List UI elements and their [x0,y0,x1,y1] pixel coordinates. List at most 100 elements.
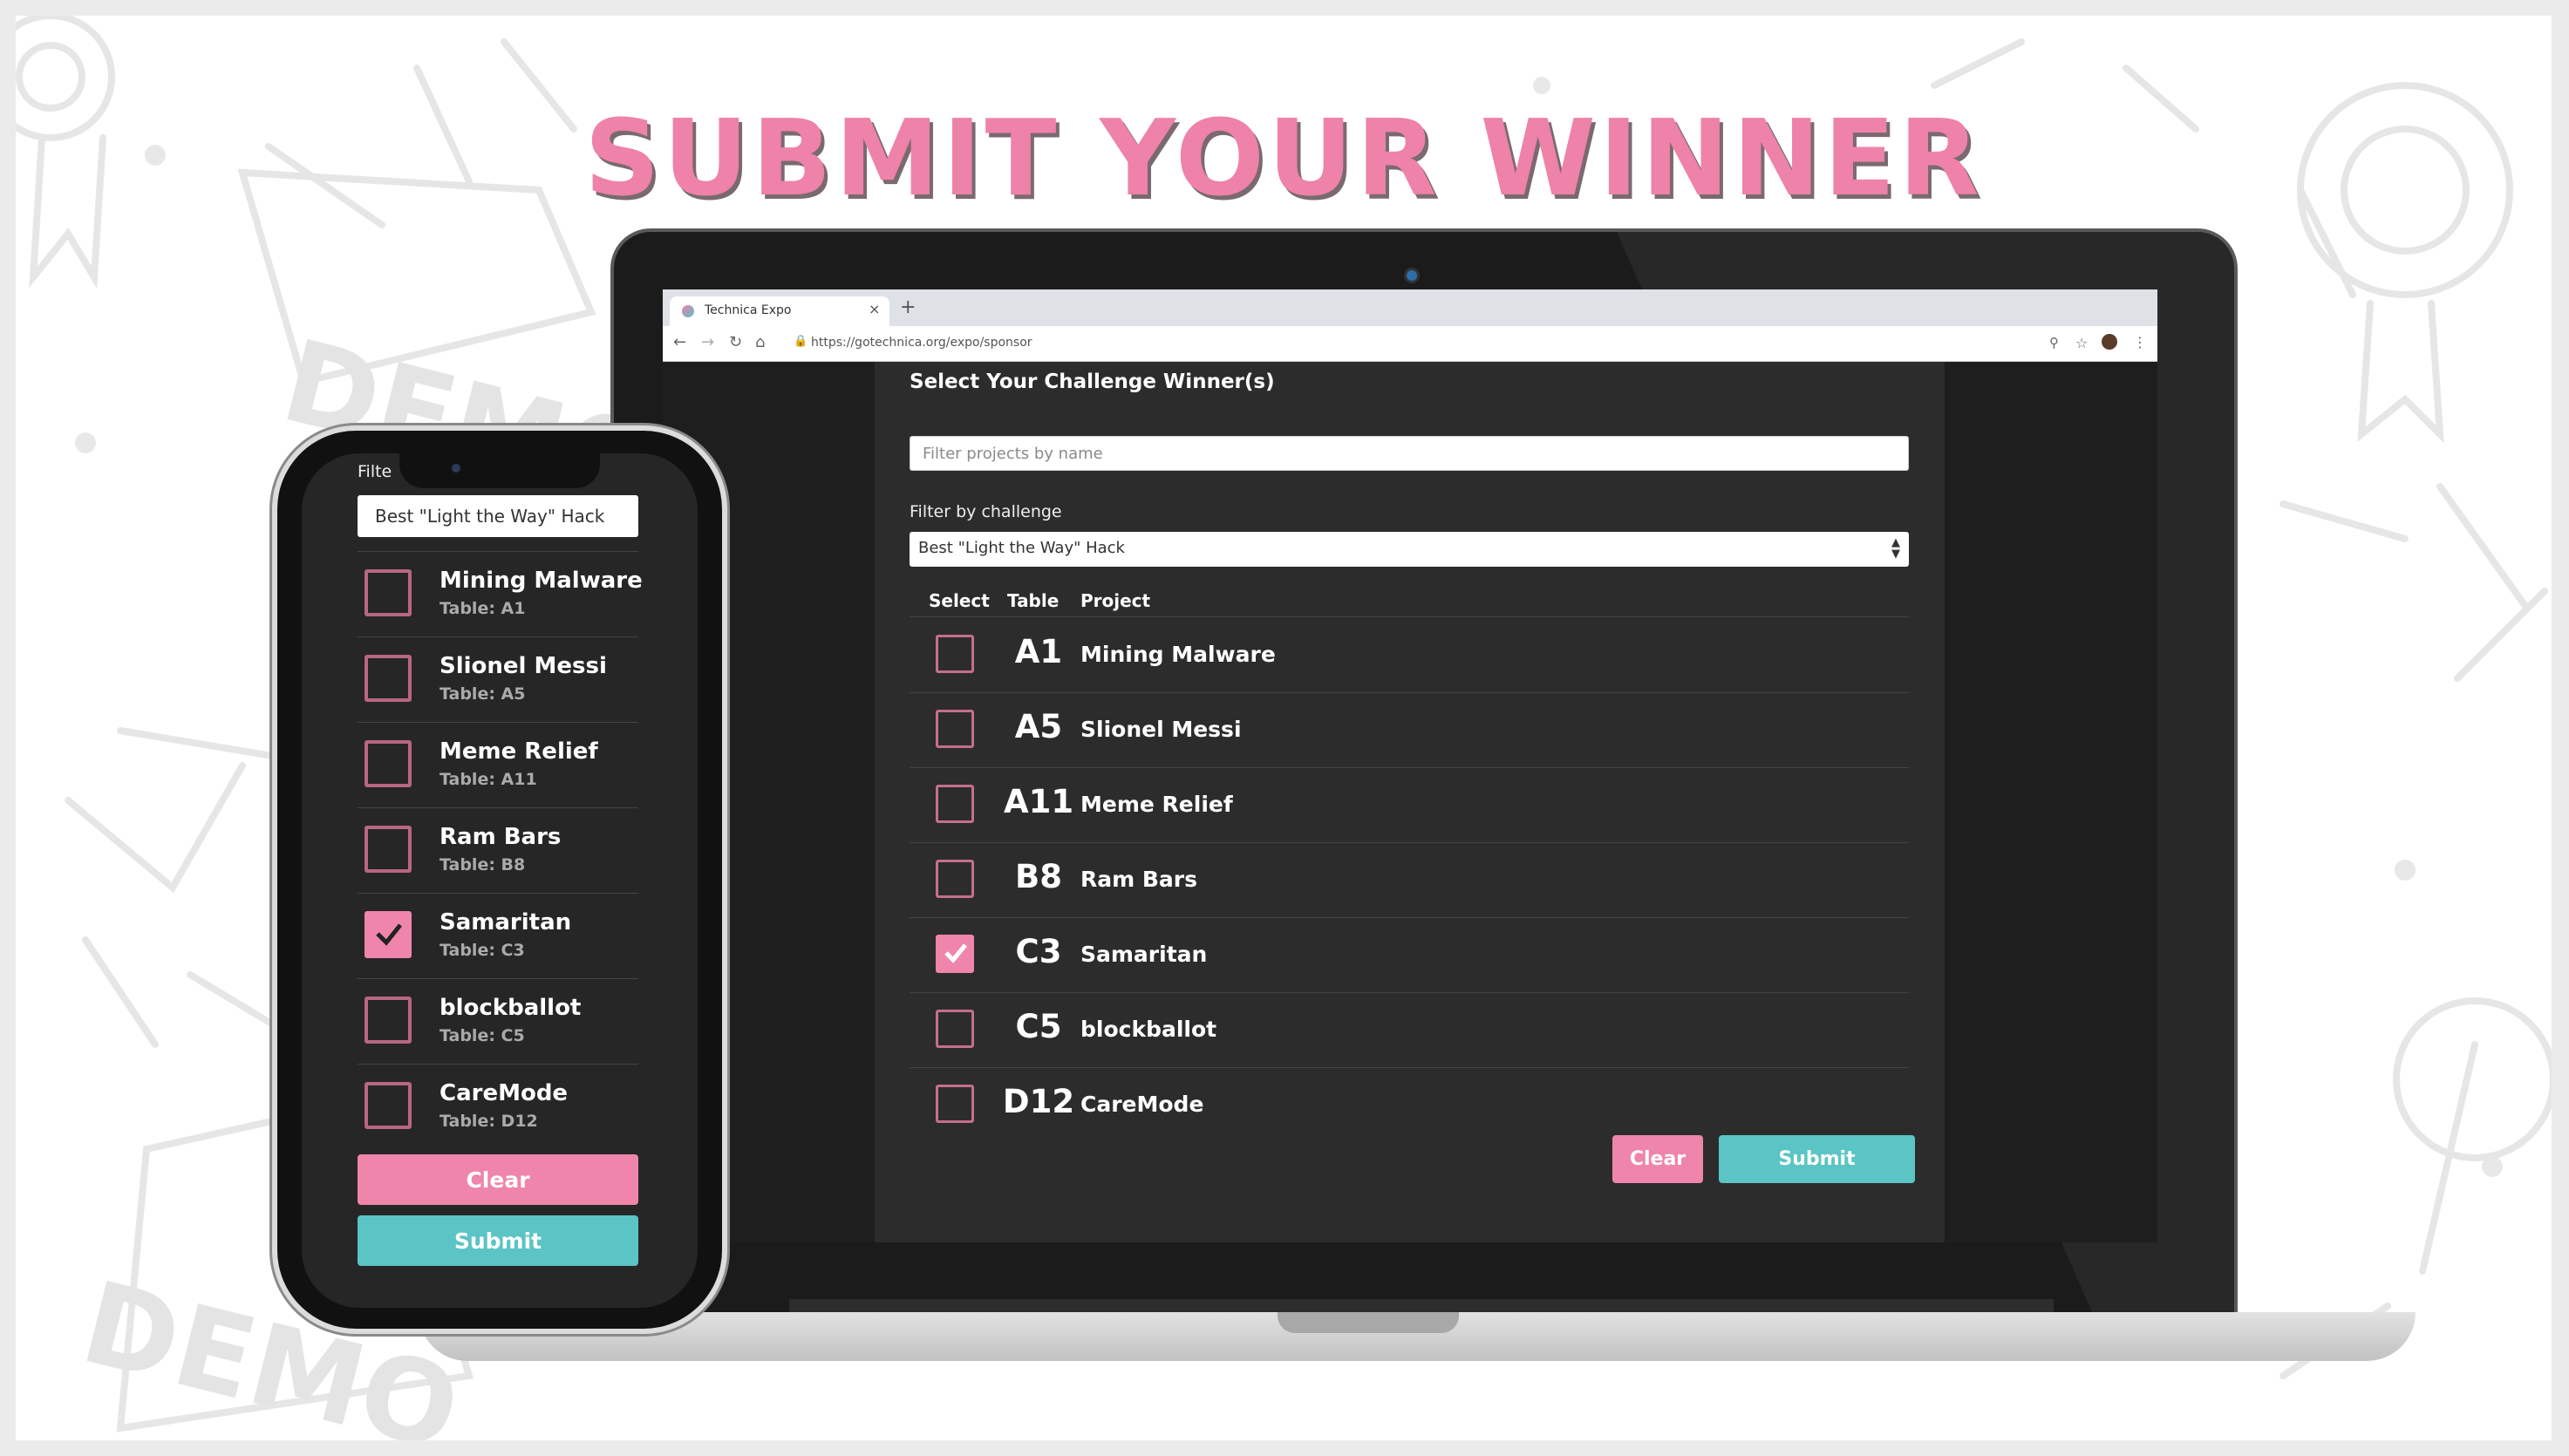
table-label: Table: C5 [440,1026,525,1045]
challenge-select-value: Best "Light the Way" Hack [918,539,1125,557]
phone-frame: Filte Best "Light the Way" Hack Mining M… [277,431,722,1329]
select-checkbox[interactable] [365,740,412,787]
table-number: B8 [1015,858,1062,895]
table-row: C5 blockballot [910,992,1909,1068]
column-select: Select [929,590,990,611]
table-number: D12 [1002,1083,1075,1120]
profile-icon[interactable] [2102,334,2117,350]
list-item: CareMode Table: D12 [358,1064,638,1150]
column-table: Table [1007,590,1060,611]
table-row: A1 Mining Malware [910,617,1909,693]
select-checkbox[interactable] [365,997,412,1044]
webcam-dot [1407,270,1417,281]
table-label: Table: A5 [440,684,526,704]
project-name: Slionel Messi [1080,717,1242,742]
back-icon[interactable]: ← [673,333,686,351]
select-checkbox[interactable] [365,911,412,958]
phone-filter-label: Filte [358,462,392,481]
browser-toolbar: ← → ↻ ⌂ 🔒 https://gotechnica.org/expo/sp… [663,326,2157,362]
table-number: C5 [1015,1008,1062,1045]
checkmark-icon [944,943,967,963]
table-header: Select Table Project [910,590,1909,617]
winner-form-panel: Select Your Challenge Winner(s) Filter b… [875,362,1945,1242]
tab-bar: Technica Expo × + [663,289,2157,326]
project-name: Samaritan [440,909,572,936]
list-item: Mining Malware Table: A1 [358,551,643,637]
table-row: A5 Slionel Messi [910,692,1909,768]
project-name: CareMode [1080,1092,1204,1117]
front-camera-dot [452,464,460,473]
submit-button[interactable]: Submit [1719,1135,1915,1183]
filter-label: Filter by challenge [910,502,1062,521]
select-checkbox[interactable] [365,655,412,702]
list-item: blockballot Table: C5 [358,978,638,1065]
table-label: Table: A11 [440,770,537,789]
favicon-icon [682,305,694,317]
laptop-notch [1278,1312,1459,1333]
tab-title: Technica Expo [705,303,792,317]
lock-icon: 🔒 [794,335,808,348]
select-checkbox[interactable] [936,1085,974,1123]
list-item: Samaritan Table: C3 [358,893,638,979]
project-search-input[interactable] [910,436,1909,471]
table-label: Table: A1 [440,599,526,618]
form-heading: Select Your Challenge Winner(s) [910,371,1275,393]
checkmark-icon [376,923,402,946]
table-row: C3 Samaritan [910,917,1909,993]
browser-window: Technica Expo × + ← → ↻ ⌂ 🔒 https://gote… [663,289,2157,1242]
page-title: SUBMIT YOUR WINNER [584,99,1983,220]
select-checkbox[interactable] [936,1010,974,1048]
project-name: Slionel Messi [440,653,607,679]
clear-button[interactable]: Clear [1612,1135,1703,1183]
select-checkbox[interactable] [936,935,974,973]
project-name: Samaritan [1080,942,1208,967]
project-name: blockballot [1080,1017,1217,1042]
table-number: C3 [1015,933,1062,970]
select-checkbox[interactable] [365,569,412,616]
table-row: A11 Meme Relief [910,767,1909,843]
list-item: Ram Bars Table: B8 [358,807,638,894]
select-checkbox[interactable] [365,826,412,873]
home-icon[interactable]: ⌂ [755,333,765,351]
table-label: Table: C3 [440,941,525,960]
select-checkbox[interactable] [365,1082,412,1129]
select-checkbox[interactable] [936,635,974,673]
phone-submit-button[interactable]: Submit [358,1215,638,1266]
table-number: A5 [1014,708,1063,745]
table-number: A11 [1003,783,1074,820]
phone-screen: Filte Best "Light the Way" Hack Mining M… [302,453,698,1308]
reload-icon[interactable]: ↻ [729,333,742,351]
project-name: CareMode [440,1080,569,1106]
table-number: A1 [1014,633,1063,670]
project-name: Meme Relief [440,738,598,765]
forward-icon[interactable]: → [701,333,714,351]
challenge-select[interactable]: Best "Light the Way" Hack ▲ ▼ [910,532,1909,567]
phone-challenge-select[interactable]: Best "Light the Way" Hack [358,495,638,537]
sponsor-page: Select Your Challenge Winner(s) Filter b… [663,362,2157,1242]
list-item: Slionel Messi Table: A5 [358,636,638,723]
new-tab-icon[interactable]: + [900,296,916,318]
table-row: B8 Ram Bars [910,842,1909,918]
address-bar[interactable]: https://gotechnica.org/expo/sponsor [811,336,1032,350]
browser-tab[interactable]: Technica Expo × [670,296,889,326]
column-project: Project [1080,590,1151,611]
table-label: Table: B8 [440,855,526,874]
menu-icon[interactable]: ⋮ [2133,334,2147,350]
select-arrows-icon: ▲ ▼ [1891,536,1900,561]
close-tab-icon[interactable]: × [869,301,880,317]
select-checkbox[interactable] [936,785,974,823]
star-icon[interactable]: ☆ [2075,335,2088,351]
table-row: D12 CareMode [910,1067,1909,1142]
zoom-icon[interactable]: ⚲ [2049,335,2059,350]
project-name: Meme Relief [1080,792,1233,817]
select-checkbox[interactable] [936,860,974,898]
phone-clear-button[interactable]: Clear [358,1154,638,1205]
project-name: blockballot [440,995,582,1021]
list-item: Meme Relief Table: A11 [358,722,638,808]
phone-notch [399,453,600,488]
project-name: Ram Bars [440,824,562,850]
project-name: Mining Malware [440,568,643,594]
select-checkbox[interactable] [936,710,974,748]
project-name: Mining Malware [1080,642,1276,667]
table-label: Table: D12 [440,1112,538,1131]
